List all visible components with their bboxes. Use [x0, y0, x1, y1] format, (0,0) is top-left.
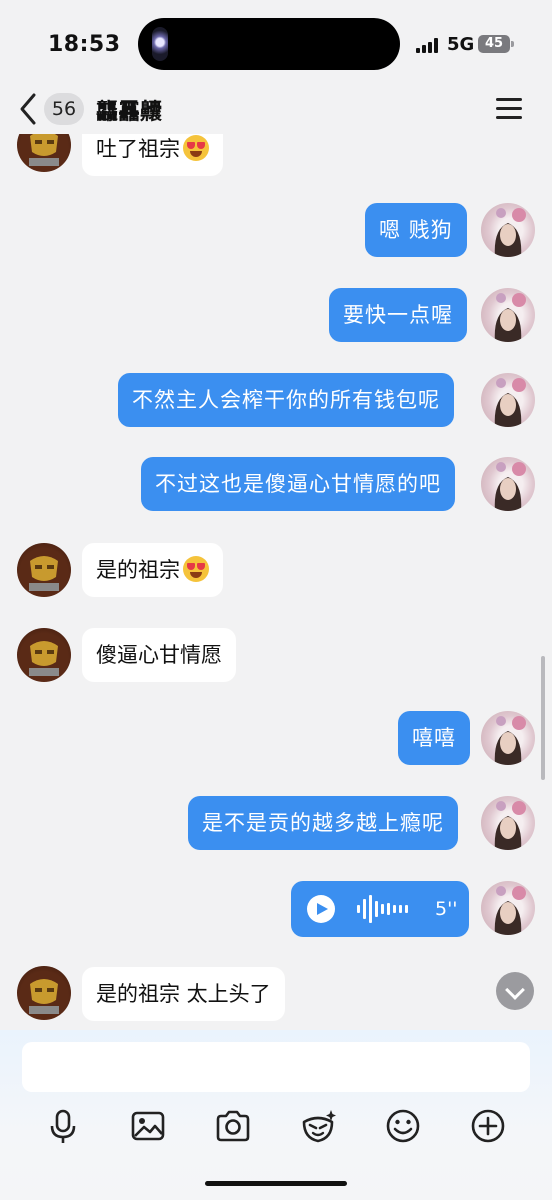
- flashlight-icon: [152, 27, 168, 61]
- microphone-icon[interactable]: [43, 1106, 83, 1146]
- user-avatar[interactable]: [481, 288, 535, 342]
- battery-icon: 45: [478, 35, 510, 53]
- emoji-icon[interactable]: [383, 1106, 423, 1146]
- contact-avatar[interactable]: [17, 966, 71, 1020]
- voice-duration: 5'': [435, 898, 458, 920]
- heart-eyes-emoji: [183, 556, 209, 582]
- message-text: 嘻嘻: [412, 726, 456, 750]
- image-icon[interactable]: [128, 1106, 168, 1146]
- message-text: 不过这也是傻逼心甘情愿的吧: [155, 472, 441, 496]
- message-text: 吐了祖宗: [96, 137, 180, 161]
- battery-tip: [511, 41, 514, 47]
- message-bubble[interactable]: 是的祖宗: [82, 543, 223, 597]
- play-icon[interactable]: [307, 895, 335, 923]
- sticker-icon[interactable]: [298, 1106, 338, 1146]
- message-text: 嗯 贱狗: [379, 218, 453, 242]
- message-text: 是的祖宗: [96, 558, 180, 582]
- contact-avatar[interactable]: [17, 134, 71, 172]
- message-bubble[interactable]: 是不是贡的越多越上瘾呢: [188, 796, 458, 850]
- home-indicator: [205, 1181, 347, 1186]
- message-bubble[interactable]: 不然主人会榨干你的所有钱包呢: [118, 373, 454, 427]
- user-avatar[interactable]: [481, 203, 535, 257]
- user-avatar[interactable]: [481, 796, 535, 850]
- user-avatar[interactable]: [481, 711, 535, 765]
- message-text: 要快一点喔: [343, 303, 453, 327]
- status-time: 18:53: [48, 32, 121, 57]
- plus-icon[interactable]: [468, 1106, 508, 1146]
- network-type: 5G: [447, 34, 475, 55]
- message-bubble[interactable]: 要快一点喔: [329, 288, 467, 342]
- message-text: 是不是贡的越多越上瘾呢: [202, 811, 444, 835]
- user-avatar[interactable]: [481, 457, 535, 511]
- contact-avatar[interactable]: [17, 543, 71, 597]
- dynamic-island: [138, 18, 400, 70]
- message-bubble[interactable]: 是的祖宗 太上头了: [82, 967, 285, 1021]
- message-bubble[interactable]: 嘻嘻: [398, 711, 470, 765]
- scroll-down-icon[interactable]: [496, 972, 534, 1010]
- message-bubble[interactable]: 不过这也是傻逼心甘情愿的吧: [141, 457, 455, 511]
- message-input[interactable]: [22, 1042, 530, 1092]
- message-text: 傻逼心甘情愿: [96, 643, 222, 667]
- back-icon[interactable]: [16, 92, 42, 126]
- scrollbar[interactable]: [541, 656, 545, 780]
- heart-eyes-emoji: [183, 135, 209, 161]
- message-text: 不然主人会榨干你的所有钱包呢: [132, 388, 440, 412]
- message-text: 是的祖宗 太上头了: [96, 982, 271, 1006]
- chat-title: 龘靐齉: [96, 100, 163, 125]
- message-list[interactable]: 吐了祖宗 嗯 贱狗 要快一点喔 不然主人会榨干你的所有钱包呢 不过这也是傻逼心甘…: [0, 134, 552, 1034]
- user-avatar[interactable]: [481, 881, 535, 935]
- message-bubble[interactable]: 嗯 贱狗: [365, 203, 467, 257]
- message-bubble[interactable]: 吐了祖宗: [82, 134, 223, 176]
- status-bar: 18:53 5G 45: [0, 0, 552, 86]
- message-bubble[interactable]: 傻逼心甘情愿: [82, 628, 236, 682]
- waveform-icon: [357, 895, 419, 923]
- signal-icon: [416, 38, 440, 53]
- user-avatar[interactable]: [481, 373, 535, 427]
- voice-message-bubble[interactable]: 5'': [291, 881, 469, 937]
- unread-count-badge[interactable]: 56: [44, 93, 84, 125]
- camera-icon[interactable]: [213, 1106, 253, 1146]
- contact-avatar[interactable]: [17, 628, 71, 682]
- chat-header: 56 龘靐齉: [0, 86, 552, 134]
- composer: [0, 1030, 552, 1200]
- menu-icon[interactable]: [496, 96, 522, 120]
